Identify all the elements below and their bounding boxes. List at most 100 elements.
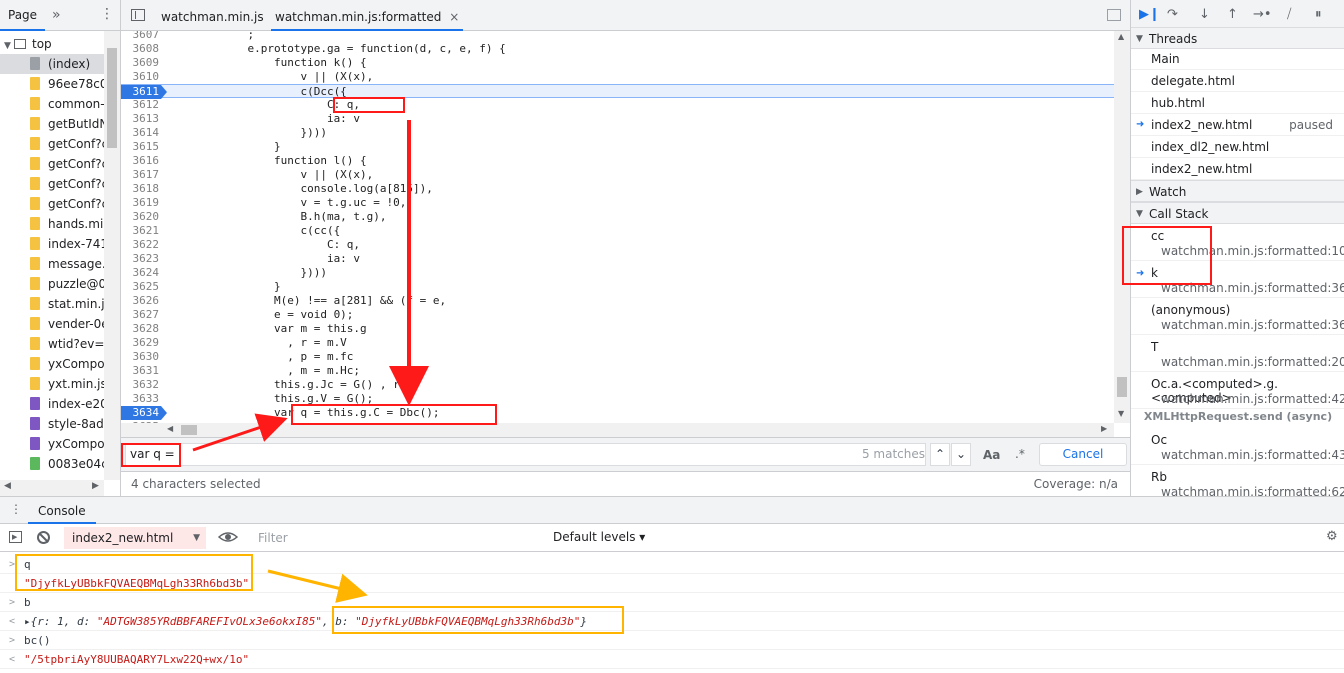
threads-section-header[interactable]: ▼ Threads — [1131, 27, 1344, 49]
scroll-down-icon[interactable]: ▼ — [1118, 409, 1124, 418]
code-line[interactable]: 3621 c(cc({ — [121, 224, 1114, 238]
code-line[interactable]: 3633 this.g.V = G(); — [121, 392, 1114, 406]
console-entry[interactable]: < "/5tpbriAyY8UUBAQARY7Lxw22Q+wx/1o" — [0, 650, 1344, 669]
scroll-thumb[interactable] — [181, 425, 197, 435]
code-line[interactable]: 3619 v = t.g.uc = !0, — [121, 196, 1114, 210]
frame-location[interactable]: watchman.min.js:formatted:624 — [1161, 485, 1344, 496]
console-settings-icon[interactable]: ⚙ — [1326, 529, 1338, 544]
close-tab-icon[interactable]: × — [449, 10, 459, 24]
drawer-menu-icon[interactable]: ⋮ — [10, 502, 22, 516]
line-number[interactable]: 3624 — [121, 266, 161, 280]
code-line[interactable]: 3630 , p = m.fc — [121, 350, 1114, 364]
tree-item[interactable]: hands.min — [0, 214, 104, 234]
line-number[interactable]: 3614 — [121, 126, 161, 140]
code-line[interactable]: 3631 , m = m.Hc; — [121, 364, 1114, 378]
code-line[interactable]: 3624 }))) — [121, 266, 1114, 280]
code-line[interactable]: 3608 e.prototype.ga = function(d, c, e, … — [121, 42, 1114, 56]
code-line[interactable]: 3627 e = void 0); — [121, 308, 1114, 322]
line-number[interactable]: 3619 — [121, 196, 161, 210]
line-number[interactable]: 3608 — [121, 42, 161, 56]
watch-section-header[interactable]: ▶ Watch — [1131, 180, 1344, 202]
line-number[interactable]: 3629 — [121, 336, 161, 350]
breakpoint-marker[interactable]: 3611 — [121, 85, 167, 99]
clear-console-icon[interactable] — [37, 531, 50, 544]
code-line[interactable]: 3617 v || (X(x), — [121, 168, 1114, 182]
deactivate-breakpoints-icon[interactable]: ⧸ — [1287, 7, 1291, 22]
tree-item[interactable]: message.js — [0, 254, 104, 274]
line-number[interactable]: 3622 — [121, 238, 161, 252]
thread-item[interactable]: index2_new.html — [1131, 158, 1344, 180]
code-line[interactable]: 3607 ; — [121, 31, 1114, 42]
stack-frame[interactable]: (anonymous) watchman.min.js:formatted:365… — [1131, 298, 1344, 335]
code-line[interactable]: 3632 this.g.Jc = G() , r; — [121, 378, 1114, 392]
code-line[interactable]: 3622 C: q, — [121, 238, 1114, 252]
tree-item[interactable]: wtid?ev=Y — [0, 334, 104, 354]
toggle-debugger-icon[interactable] — [1107, 9, 1121, 21]
code-line[interactable]: 3628 var m = this.g — [121, 322, 1114, 336]
tree-item[interactable]: index-741c — [0, 234, 104, 254]
scroll-left-icon[interactable]: ◀ — [4, 481, 11, 491]
console-entry[interactable]: > b — [0, 593, 1344, 612]
line-number[interactable]: 3607 — [121, 31, 161, 42]
line-number[interactable]: 3613 — [121, 112, 161, 126]
frame-location[interactable]: watchman.min.js:formatted:3653 — [1161, 318, 1344, 332]
thread-item[interactable]: delegate.html — [1131, 70, 1344, 92]
next-match-button[interactable]: ⌄ — [951, 443, 971, 466]
line-number[interactable]: 3632 — [121, 378, 161, 392]
code-line[interactable]: 3611 c(Dcc({ — [121, 84, 1114, 99]
line-number[interactable]: 3616 — [121, 154, 161, 168]
expand-triangle-icon[interactable]: ▼ — [0, 36, 14, 54]
regex-button[interactable]: .* — [1015, 447, 1025, 461]
frame-location[interactable]: watchman.min.js:formatted:433 — [1161, 448, 1344, 462]
tree-item[interactable]: 96ee78c0c — [0, 74, 104, 94]
tree-root-top[interactable]: ▼ top — [0, 34, 104, 54]
context-select[interactable]: index2_new.html ▼ — [64, 527, 206, 549]
tree-item[interactable]: 0083e04c0 — [0, 454, 104, 474]
thread-item[interactable]: hub.html — [1131, 92, 1344, 114]
line-number[interactable]: 3615 — [121, 140, 161, 154]
code-line[interactable]: 3616 function l() { — [121, 154, 1114, 168]
pause-on-exceptions-icon[interactable]: ⏸ — [1315, 7, 1322, 22]
line-number[interactable]: 3628 — [121, 322, 161, 336]
tree-item[interactable]: index-e204 — [0, 394, 104, 414]
tree-item[interactable]: yxCompor — [0, 354, 104, 374]
match-case-button[interactable]: Aa — [983, 448, 1000, 462]
line-number[interactable]: 3609 — [121, 56, 161, 70]
code-line[interactable]: 3615 } — [121, 140, 1114, 154]
tab-page[interactable]: Page — [0, 0, 46, 31]
stack-frame[interactable]: Twatchman.min.js:formatted:2072 — [1131, 335, 1344, 372]
navigator-menu-icon[interactable]: ⋮ — [100, 6, 114, 22]
frame-location[interactable]: watchman.min.js:formatted:2072 — [1161, 355, 1344, 369]
code-line[interactable]: 3614 }))) — [121, 126, 1114, 140]
more-tabs-icon[interactable]: » — [52, 7, 61, 23]
tree-item[interactable]: vender-0e — [0, 314, 104, 334]
tree-item[interactable]: (index) — [0, 54, 104, 74]
tree-item[interactable]: stat.min.js — [0, 294, 104, 314]
line-number[interactable]: 3625 — [121, 280, 161, 294]
scroll-right-icon[interactable]: ▶ — [92, 481, 99, 491]
tree-item[interactable]: yxCompor — [0, 434, 104, 454]
previous-match-button[interactable]: ⌃ — [930, 443, 950, 466]
thread-item[interactable]: index_dl2_new.html — [1131, 136, 1344, 158]
breakpoint-marker[interactable]: 3634 — [121, 406, 167, 420]
tree-item[interactable]: common-a — [0, 94, 104, 114]
code-line[interactable]: 3609 function k() { — [121, 56, 1114, 70]
line-number[interactable]: 3630 — [121, 350, 161, 364]
code-line[interactable]: 3634 var q = this.g.C = Dbc(); — [121, 406, 1114, 420]
line-number[interactable]: 3627 — [121, 308, 161, 322]
line-number[interactable]: 3612 — [121, 98, 161, 112]
line-number[interactable]: 3618 — [121, 182, 161, 196]
frame-location[interactable]: watchman.min.js:formatted:428 — [1161, 392, 1344, 406]
tree-item[interactable]: yxt.min.js? — [0, 374, 104, 394]
tab-watchman-formatted[interactable]: watchman.min.js:formatted × — [271, 0, 464, 31]
code-line[interactable]: 3623 ia: v — [121, 252, 1114, 266]
line-number[interactable]: 3633 — [121, 392, 161, 406]
navigator-h-scrollbar[interactable]: ◀ ▶ — [0, 480, 104, 496]
tree-item[interactable]: getConf?c — [0, 134, 104, 154]
thread-item[interactable]: Main — [1131, 48, 1344, 70]
tab-watchman-min-js[interactable]: watchman.min.js — [157, 0, 268, 31]
code-line[interactable]: 3618 console.log(a[815]), — [121, 182, 1114, 196]
cancel-search-button[interactable]: Cancel — [1039, 443, 1127, 466]
toggle-navigator-icon[interactable] — [131, 9, 145, 21]
navigator-scrollbar[interactable] — [104, 31, 120, 480]
